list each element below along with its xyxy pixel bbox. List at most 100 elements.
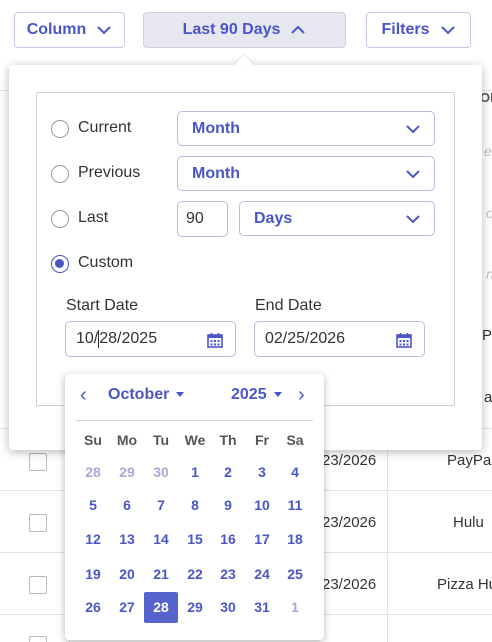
weekday-label: Sa — [286, 432, 304, 448]
calendar-day[interactable]: 28 — [144, 592, 178, 623]
chevron-up-icon — [291, 25, 306, 34]
year-select[interactable]: 2025 — [231, 386, 282, 404]
last-count-input[interactable]: 90 — [177, 201, 228, 237]
filters-label: Filters — [381, 21, 430, 38]
calendar-day[interactable]: 15 — [178, 524, 212, 555]
month-value: October — [108, 386, 170, 403]
faded-cell: o — [486, 205, 492, 221]
end-date-value: 02/25/2026 — [265, 330, 346, 347]
radio-current-label: Current — [78, 119, 132, 136]
calendar-day[interactable]: 9 — [211, 490, 245, 521]
month-select[interactable]: October — [108, 386, 185, 404]
calendar-divider — [76, 420, 313, 421]
date-range-label: Last 90 Days — [182, 21, 281, 38]
faded-cell: n — [486, 266, 492, 282]
end-date-label: End Date — [255, 297, 322, 314]
current-unit-value: Month — [192, 119, 240, 137]
end-date-input[interactable]: 02/25/2026 — [254, 321, 425, 357]
column-dropdown-label: Column — [26, 21, 87, 38]
calendar-day-outside-month[interactable]: 1 — [278, 592, 312, 623]
table-cell: P — [482, 327, 492, 344]
calendar-day-outside-month[interactable]: 30 — [144, 457, 178, 488]
previous-unit-value: Month — [192, 164, 240, 182]
row-merchant: Hulu — [453, 514, 484, 531]
chevron-down-icon — [97, 26, 111, 35]
calendar-day[interactable]: 6 — [110, 490, 144, 521]
column-dropdown-button[interactable]: Column — [14, 12, 125, 48]
row-checkbox[interactable] — [29, 636, 47, 642]
calendar-day[interactable]: 26 — [76, 592, 110, 623]
calendar-day[interactable]: 19 — [76, 559, 110, 590]
current-unit-select[interactable]: Month — [177, 111, 435, 146]
calendar-day[interactable]: 24 — [245, 559, 279, 590]
calendar-day[interactable]: 4 — [278, 457, 312, 488]
row-checkbox[interactable] — [29, 453, 47, 471]
row-date: 23/2026 — [322, 514, 377, 531]
weekday-label: Tu — [152, 432, 170, 448]
radio-last-label: Last — [78, 209, 109, 226]
date-range-button[interactable]: Last 90 Days — [143, 12, 346, 48]
weekday-label: Fr — [255, 432, 269, 448]
calendar-day[interactable]: 29 — [178, 592, 212, 623]
calendar-day[interactable]: 31 — [245, 592, 279, 623]
calendar-day[interactable]: 17 — [245, 524, 279, 555]
row-date: 23/2026 — [322, 452, 377, 469]
last-unit-select[interactable]: Days — [239, 201, 435, 236]
previous-unit-select[interactable]: Month — [177, 156, 435, 191]
row-date: 23/2026 — [322, 576, 377, 593]
calendar-day[interactable]: 1 — [178, 457, 212, 488]
calendar-day[interactable]: 30 — [211, 592, 245, 623]
chevron-down-icon — [406, 125, 420, 134]
calendar-icon[interactable] — [396, 332, 412, 348]
calendar-day[interactable]: 13 — [110, 524, 144, 555]
filters-button[interactable]: Filters — [366, 12, 471, 48]
year-value: 2025 — [231, 386, 267, 403]
row-checkbox[interactable] — [29, 514, 47, 532]
calendar-day[interactable]: 22 — [178, 559, 212, 590]
row-merchant: Pizza Hu — [437, 576, 492, 593]
row-checkbox[interactable] — [29, 576, 47, 594]
calendar-day[interactable]: 18 — [278, 524, 312, 555]
calendar-day[interactable]: 25 — [278, 559, 312, 590]
calendar-day[interactable]: 11 — [278, 490, 312, 521]
chevron-down-icon — [406, 170, 420, 179]
calendar-day[interactable]: 27 — [110, 592, 144, 623]
calendar-day[interactable]: 2 — [211, 457, 245, 488]
calendar-icon[interactable] — [207, 332, 223, 348]
last-count-value: 90 — [186, 210, 204, 227]
radio-last[interactable] — [51, 210, 69, 228]
table-cell: a — [484, 389, 492, 406]
faded-cell: e / — [484, 143, 492, 159]
start-date-value: 10/28/2025 — [76, 329, 158, 348]
radio-previous[interactable] — [51, 165, 69, 183]
radio-custom-label: Custom — [78, 254, 134, 271]
calendar-day-outside-month[interactable]: 28 — [76, 457, 110, 488]
calendar-day[interactable]: 23 — [211, 559, 245, 590]
calendar-day[interactable]: 3 — [245, 457, 279, 488]
radio-previous-label: Previous — [78, 164, 141, 181]
weekday-label: Su — [84, 432, 102, 448]
calendar-day-outside-month[interactable]: 29 — [110, 457, 144, 488]
calendar-day[interactable]: 21 — [144, 559, 178, 590]
next-month-icon[interactable]: › — [298, 384, 305, 407]
calendar-day[interactable]: 8 — [178, 490, 212, 521]
row-merchant: PayPa — [447, 452, 492, 469]
last-unit-value: Days — [254, 209, 293, 227]
calendar-day[interactable]: 5 — [76, 490, 110, 521]
chevron-down-icon — [440, 26, 455, 35]
calendar-day[interactable]: 14 — [144, 524, 178, 555]
column-divider — [387, 430, 388, 642]
start-date-input[interactable]: 10/28/2025 — [65, 321, 236, 357]
weekday-label: We — [184, 432, 206, 448]
calendar-day[interactable]: 16 — [211, 524, 245, 555]
calendar-day[interactable]: 12 — [76, 524, 110, 555]
radio-current[interactable] — [51, 120, 69, 138]
previous-month-icon[interactable]: ‹ — [80, 384, 87, 407]
calendar-day[interactable]: 10 — [245, 490, 279, 521]
radio-custom[interactable] — [51, 255, 69, 273]
calendar-day[interactable]: 7 — [144, 490, 178, 521]
calendar-day[interactable]: 20 — [110, 559, 144, 590]
start-date-rest: 28/2025 — [99, 330, 158, 348]
popover-arrow — [233, 55, 255, 66]
start-date-month: 10/ — [76, 330, 99, 348]
